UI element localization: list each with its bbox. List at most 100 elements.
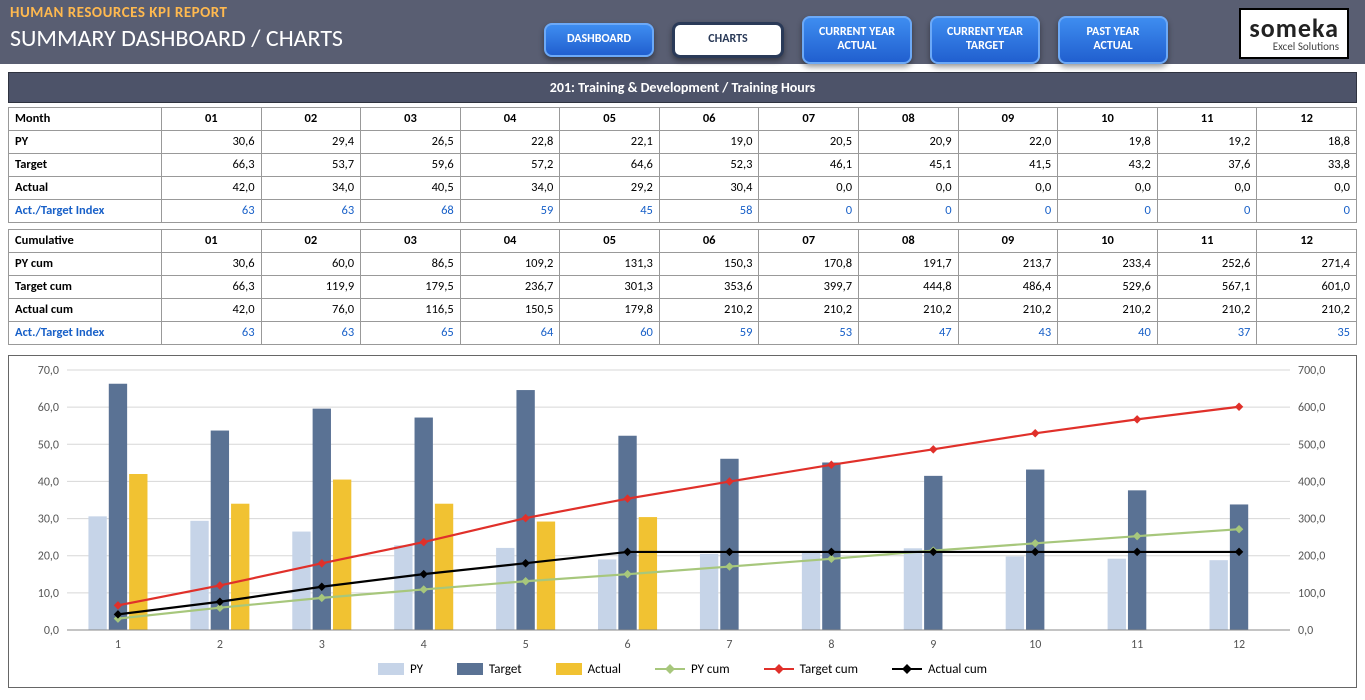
cumulative-table: Cumulative010203040506070809101112 PY cu…	[8, 229, 1357, 345]
row-pycum-c8: 213,7	[958, 252, 1058, 275]
row-idxcum-c4: 60	[560, 321, 660, 344]
row-py-c1: 29,4	[261, 130, 361, 153]
svg-text:40,0: 40,0	[38, 475, 59, 489]
row-actual-c8: 0,0	[958, 176, 1058, 199]
row-actual-c0: 42,0	[162, 176, 262, 199]
row-idx-c7: 0	[859, 199, 959, 222]
row-idxcum-c9: 40	[1058, 321, 1158, 344]
hdr-cum-c6: 07	[759, 229, 859, 252]
row-idxcum-c6: 53	[759, 321, 859, 344]
current-year-target-button[interactable]: CURRENT YEAR TARGET	[930, 16, 1040, 64]
svg-text:10: 10	[1029, 638, 1041, 652]
row-idx-c0: 63	[162, 199, 262, 222]
row-idxcum-c7: 47	[859, 321, 959, 344]
row-actual-c4: 29,2	[560, 176, 660, 199]
row-pycum-c0: 30,6	[162, 252, 262, 275]
row-targetcum-c11: 601,0	[1257, 275, 1357, 298]
row-targetcum-c7: 444,8	[859, 275, 959, 298]
row-py-c9: 19,8	[1058, 130, 1158, 153]
chart-panel: 0,00,010,0100,020,0200,030,0300,040,0400…	[8, 355, 1357, 688]
row-idxcum-c10: 37	[1157, 321, 1257, 344]
row-py-c0: 30,6	[162, 130, 262, 153]
legend-actual: Actual	[556, 662, 621, 677]
row-actualcum-c4: 179,8	[560, 298, 660, 321]
row-label-actual: Actual	[9, 176, 162, 199]
svg-text:3: 3	[319, 638, 325, 652]
hdr-cum-c4: 05	[560, 229, 660, 252]
row-target-c8: 41,5	[958, 153, 1058, 176]
svg-text:50,0: 50,0	[38, 438, 59, 452]
legend-target: Target	[457, 662, 522, 677]
svg-text:30,0: 30,0	[38, 512, 59, 526]
hdr-cum-c0: 01	[162, 229, 262, 252]
row-idx-c6: 0	[759, 199, 859, 222]
row-idx-c10: 0	[1157, 199, 1257, 222]
row-target-c6: 46,1	[759, 153, 859, 176]
row-label-index: Act./Target Index	[9, 199, 162, 222]
row-idx-c2: 68	[361, 199, 461, 222]
row-pycum-c1: 60,0	[261, 252, 361, 275]
row-target-c4: 64,6	[560, 153, 660, 176]
svg-text:2: 2	[217, 638, 223, 652]
row-label-py-cum: PY cum	[9, 252, 162, 275]
dashboard-button[interactable]: DASHBOARD	[544, 23, 654, 57]
legend-py: PY	[378, 662, 423, 677]
row-idx-c1: 63	[261, 199, 361, 222]
row-py-c4: 22,1	[560, 130, 660, 153]
row-actual-c6: 0,0	[759, 176, 859, 199]
row-actualcum-c6: 210,2	[759, 298, 859, 321]
cumulative-header: Cumulative	[9, 229, 162, 252]
svg-text:500,0: 500,0	[1298, 438, 1325, 452]
row-targetcum-c10: 567,1	[1157, 275, 1257, 298]
row-label-actual-cum: Actual cum	[9, 298, 162, 321]
svg-text:5: 5	[523, 638, 529, 652]
hdr-cum-c5: 06	[659, 229, 759, 252]
row-actualcum-c7: 210,2	[859, 298, 959, 321]
row-py-c11: 18,8	[1257, 130, 1357, 153]
monthly-table: Month010203040506070809101112 PY30,629,4…	[8, 107, 1357, 223]
row-idxcum-c3: 64	[460, 321, 560, 344]
row-actual-c3: 34,0	[460, 176, 560, 199]
row-actualcum-c10: 210,2	[1157, 298, 1257, 321]
row-idx-c4: 45	[560, 199, 660, 222]
svg-text:12: 12	[1233, 638, 1245, 652]
row-pycum-c11: 271,4	[1257, 252, 1357, 275]
row-target-c0: 66,3	[162, 153, 262, 176]
row-target-c2: 59,6	[361, 153, 461, 176]
hdr-cum-c1: 02	[261, 229, 361, 252]
svg-text:1: 1	[115, 638, 121, 652]
row-target-c1: 53,7	[261, 153, 361, 176]
current-year-actual-button[interactable]: CURRENT YEAR ACTUAL	[802, 16, 912, 64]
row-target-c11: 33,8	[1257, 153, 1357, 176]
hdr-months-c11: 12	[1257, 107, 1357, 130]
hdr-months-c10: 11	[1157, 107, 1257, 130]
row-py-c3: 22,8	[460, 130, 560, 153]
hdr-months-c5: 06	[659, 107, 759, 130]
page-title: SUMMARY DASHBOARD / CHARTS	[10, 24, 530, 53]
past-year-actual-button[interactable]: PAST YEAR ACTUAL	[1058, 16, 1168, 64]
row-idxcum-c5: 59	[659, 321, 759, 344]
hdr-cum-c7: 08	[859, 229, 959, 252]
row-pycum-c9: 233,4	[1058, 252, 1158, 275]
row-targetcum-c3: 236,7	[460, 275, 560, 298]
row-idx-c5: 58	[659, 199, 759, 222]
legend-target-cum: Target cum	[764, 662, 858, 677]
hdr-months-c1: 02	[261, 107, 361, 130]
row-label-target: Target	[9, 153, 162, 176]
row-idx-c9: 0	[1058, 199, 1158, 222]
charts-button[interactable]: CHARTS	[672, 22, 784, 58]
svg-text:600,0: 600,0	[1298, 401, 1325, 415]
row-idxcum-c1: 63	[261, 321, 361, 344]
header: HUMAN RESOURCES KPI REPORT SUMMARY DASHB…	[0, 0, 1365, 64]
row-py-c7: 20,9	[859, 130, 959, 153]
svg-text:200,0: 200,0	[1298, 549, 1325, 563]
hdr-cum-c9: 10	[1058, 229, 1158, 252]
row-pycum-c10: 252,6	[1157, 252, 1257, 275]
hdr-cum-c3: 04	[460, 229, 560, 252]
row-pycum-c6: 170,8	[759, 252, 859, 275]
svg-text:0,0: 0,0	[44, 624, 59, 638]
month-header: Month	[9, 107, 162, 130]
row-idxcum-c0: 63	[162, 321, 262, 344]
row-pycum-c3: 109,2	[460, 252, 560, 275]
row-idx-c8: 0	[958, 199, 1058, 222]
